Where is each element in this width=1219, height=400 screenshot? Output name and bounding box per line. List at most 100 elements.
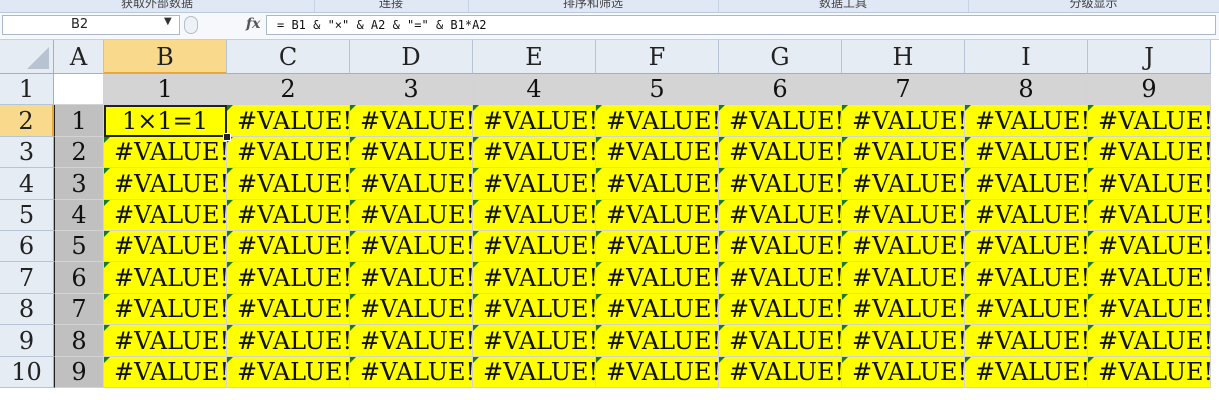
cell-f1[interactable]: 5 — [596, 74, 719, 105]
cell-c9[interactable]: #VALUE! — [227, 325, 350, 357]
cell-h3[interactable]: #VALUE! — [842, 137, 965, 168]
cell-c5[interactable]: #VALUE! — [227, 200, 350, 231]
column-header-e[interactable]: E — [473, 40, 596, 74]
cell-h1[interactable]: 7 — [842, 74, 965, 105]
cell-d8[interactable]: #VALUE! — [350, 294, 473, 325]
cell-c3[interactable]: #VALUE! — [227, 137, 350, 168]
formula-bar-resize-handle[interactable] — [184, 16, 198, 34]
cell-i5[interactable]: #VALUE! — [965, 200, 1088, 231]
cell-i2[interactable]: #VALUE! — [965, 105, 1088, 137]
cell-b2[interactable]: 1×1=1 — [104, 105, 227, 137]
cell-d2[interactable]: #VALUE! — [350, 105, 473, 137]
cell-j6[interactable]: #VALUE! — [1088, 231, 1211, 262]
cell-b4[interactable]: #VALUE! — [104, 168, 227, 200]
select-all-button[interactable] — [0, 40, 54, 74]
cell-f9[interactable]: #VALUE! — [596, 325, 719, 357]
cell-d6[interactable]: #VALUE! — [350, 231, 473, 262]
cell-g4[interactable]: #VALUE! — [719, 168, 842, 200]
cell-f4[interactable]: #VALUE! — [596, 168, 719, 200]
cell-i10[interactable]: #VALUE! — [965, 357, 1088, 388]
cell-d9[interactable]: #VALUE! — [350, 325, 473, 357]
cell-c10[interactable]: #VALUE! — [227, 357, 350, 388]
cell-g7[interactable]: #VALUE! — [719, 262, 842, 294]
cell-h5[interactable]: #VALUE! — [842, 200, 965, 231]
formula-input[interactable]: = B1 & "×" & A2 & "=" & B1*A2 — [266, 15, 1216, 35]
row-header-6[interactable]: 6 — [0, 231, 54, 262]
cell-a1[interactable] — [54, 74, 104, 105]
cell-i4[interactable]: #VALUE! — [965, 168, 1088, 200]
cell-i1[interactable]: 8 — [965, 74, 1088, 105]
cell-a8[interactable]: 7 — [54, 294, 104, 325]
cell-b6[interactable]: #VALUE! — [104, 231, 227, 262]
cell-d1[interactable]: 3 — [350, 74, 473, 105]
cell-c1[interactable]: 2 — [227, 74, 350, 105]
cell-i8[interactable]: #VALUE! — [965, 294, 1088, 325]
cell-g2[interactable]: #VALUE! — [719, 105, 842, 137]
chevron-down-icon[interactable]: ▼ — [164, 16, 172, 27]
cell-h6[interactable]: #VALUE! — [842, 231, 965, 262]
cell-e4[interactable]: #VALUE! — [473, 168, 596, 200]
cell-h8[interactable]: #VALUE! — [842, 294, 965, 325]
cell-j5[interactable]: #VALUE! — [1088, 200, 1211, 231]
cell-g3[interactable]: #VALUE! — [719, 137, 842, 168]
cell-j10[interactable]: #VALUE! — [1088, 357, 1211, 388]
cell-h7[interactable]: #VALUE! — [842, 262, 965, 294]
cell-h10[interactable]: #VALUE! — [842, 357, 965, 388]
insert-function-icon[interactable]: fx — [246, 16, 260, 32]
cell-b3[interactable]: #VALUE! — [104, 137, 227, 168]
name-box[interactable]: B2 — [2, 15, 180, 35]
cell-i3[interactable]: #VALUE! — [965, 137, 1088, 168]
cell-d5[interactable]: #VALUE! — [350, 200, 473, 231]
row-header-9[interactable]: 9 — [0, 325, 54, 357]
cell-e5[interactable]: #VALUE! — [473, 200, 596, 231]
row-header-10[interactable]: 10 — [0, 357, 54, 388]
cell-f2[interactable]: #VALUE! — [596, 105, 719, 137]
cell-c4[interactable]: #VALUE! — [227, 168, 350, 200]
cell-i7[interactable]: #VALUE! — [965, 262, 1088, 294]
cell-g5[interactable]: #VALUE! — [719, 200, 842, 231]
cell-e9[interactable]: #VALUE! — [473, 325, 596, 357]
cell-g6[interactable]: #VALUE! — [719, 231, 842, 262]
cell-h4[interactable]: #VALUE! — [842, 168, 965, 200]
cell-a7[interactable]: 6 — [54, 262, 104, 294]
cell-e1[interactable]: 4 — [473, 74, 596, 105]
cell-d3[interactable]: #VALUE! — [350, 137, 473, 168]
cell-c2[interactable]: #VALUE! — [227, 105, 350, 137]
row-header-2[interactable]: 2 — [0, 105, 54, 137]
cell-f3[interactable]: #VALUE! — [596, 137, 719, 168]
row-header-1[interactable]: 1 — [0, 74, 54, 105]
column-header-h[interactable]: H — [842, 40, 965, 74]
cell-j7[interactable]: #VALUE! — [1088, 262, 1211, 294]
cell-i9[interactable]: #VALUE! — [965, 325, 1088, 357]
row-header-8[interactable]: 8 — [0, 294, 54, 325]
cell-e2[interactable]: #VALUE! — [473, 105, 596, 137]
cell-a2[interactable]: 1 — [54, 105, 104, 137]
column-header-i[interactable]: I — [965, 40, 1088, 74]
column-header-b[interactable]: B — [104, 40, 227, 74]
cell-a5[interactable]: 4 — [54, 200, 104, 231]
cell-j9[interactable]: #VALUE! — [1088, 325, 1211, 357]
cell-d10[interactable]: #VALUE! — [350, 357, 473, 388]
cell-j3[interactable]: #VALUE! — [1088, 137, 1211, 168]
cell-a10[interactable]: 9 — [54, 357, 104, 388]
cell-e8[interactable]: #VALUE! — [473, 294, 596, 325]
column-header-a[interactable]: A — [54, 40, 104, 74]
row-header-7[interactable]: 7 — [0, 262, 54, 294]
cell-a6[interactable]: 5 — [54, 231, 104, 262]
cell-d4[interactable]: #VALUE! — [350, 168, 473, 200]
cell-b7[interactable]: #VALUE! — [104, 262, 227, 294]
cell-j8[interactable]: #VALUE! — [1088, 294, 1211, 325]
row-header-3[interactable]: 3 — [0, 137, 54, 168]
cell-h2[interactable]: #VALUE! — [842, 105, 965, 137]
cell-g1[interactable]: 6 — [719, 74, 842, 105]
cell-e7[interactable]: #VALUE! — [473, 262, 596, 294]
column-header-d[interactable]: D — [350, 40, 473, 74]
row-header-5[interactable]: 5 — [0, 200, 54, 231]
cell-g9[interactable]: #VALUE! — [719, 325, 842, 357]
cell-a4[interactable]: 3 — [54, 168, 104, 200]
cell-d7[interactable]: #VALUE! — [350, 262, 473, 294]
cell-a9[interactable]: 8 — [54, 325, 104, 357]
cell-b5[interactable]: #VALUE! — [104, 200, 227, 231]
cell-e3[interactable]: #VALUE! — [473, 137, 596, 168]
cell-e6[interactable]: #VALUE! — [473, 231, 596, 262]
